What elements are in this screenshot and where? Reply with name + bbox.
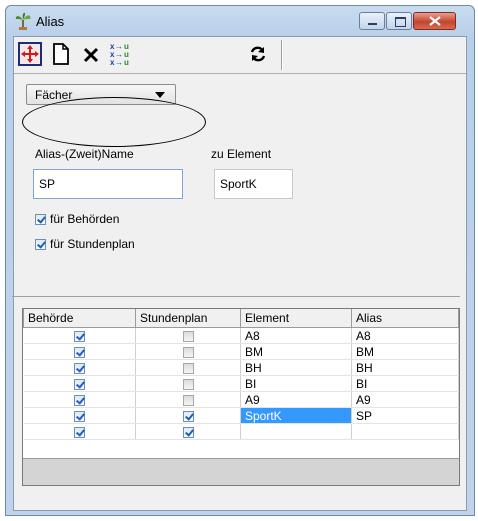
element-cell[interactable]: A8 xyxy=(240,327,352,344)
toolbar-separator xyxy=(281,40,283,70)
element-cell[interactable]: SportK xyxy=(240,407,352,424)
refresh-icon xyxy=(250,46,266,62)
checkbox-stundenplan-box[interactable] xyxy=(35,238,46,250)
stundenplan-cell xyxy=(135,391,241,408)
stundenplan-cell xyxy=(135,407,241,424)
stundenplan-cell xyxy=(135,375,241,392)
alias-table[interactable]: Behörde Stundenplan Element Alias A8 A8 BM… xyxy=(22,308,460,486)
table-row[interactable]: BI BI xyxy=(23,375,459,392)
stundenplan-checkbox[interactable] xyxy=(182,378,194,390)
move-button[interactable] xyxy=(17,41,43,67)
element-label: zu Element xyxy=(211,147,272,161)
delete-x-icon xyxy=(83,47,99,63)
behoerde-cell xyxy=(23,391,136,408)
behoerde-checkbox[interactable] xyxy=(73,362,85,374)
stundenplan-cell xyxy=(135,343,241,360)
svg-text:→: → xyxy=(115,58,123,67)
behoerde-cell xyxy=(23,375,136,392)
new-document-icon xyxy=(53,43,69,65)
alias-cell[interactable] xyxy=(351,423,459,440)
table-row[interactable] xyxy=(23,423,459,440)
move-arrows-icon xyxy=(18,42,42,66)
table-row[interactable]: SportK SP xyxy=(23,407,459,424)
stundenplan-checkbox[interactable] xyxy=(182,346,194,358)
behoerde-cell xyxy=(23,407,136,424)
alias-cell[interactable]: BH xyxy=(351,359,459,376)
window-title: Alias xyxy=(36,14,65,29)
alias-grid: Behörde Stundenplan Element Alias A8 A8 BM… xyxy=(23,309,459,440)
toolbar: x → u x → u x → u xyxy=(14,37,466,74)
element-cell[interactable]: BM xyxy=(240,343,352,360)
alias-cell[interactable]: BI xyxy=(351,375,459,392)
behoerde-cell xyxy=(23,327,136,344)
stundenplan-cell xyxy=(135,327,241,344)
alias-input[interactable] xyxy=(34,170,182,198)
table-empty-area xyxy=(23,458,459,485)
behoerde-cell xyxy=(23,359,136,376)
behoerde-checkbox[interactable] xyxy=(73,410,85,422)
table-row[interactable]: BM BM xyxy=(23,343,459,360)
assign-button[interactable]: x → u x → u x → u xyxy=(108,41,134,67)
plant-icon xyxy=(15,12,31,30)
element-cell[interactable]: BI xyxy=(240,375,352,392)
behoerde-cell xyxy=(23,423,136,440)
element-cell[interactable]: A9 xyxy=(240,391,352,408)
maximize-button[interactable] xyxy=(386,12,412,30)
stundenplan-checkbox[interactable] xyxy=(182,330,194,342)
table-row[interactable]: A8 A8 xyxy=(23,327,459,344)
table-row[interactable]: A9 A9 xyxy=(23,391,459,408)
checkbox-behoerden-label: für Behörden xyxy=(50,212,120,226)
behoerde-checkbox[interactable] xyxy=(73,346,85,358)
element-input[interactable] xyxy=(215,170,292,198)
panel-divider xyxy=(12,296,460,297)
stundenplan-cell xyxy=(135,423,241,440)
stundenplan-cell xyxy=(135,359,241,376)
behoerde-checkbox[interactable] xyxy=(73,378,85,390)
category-select[interactable]: Fächer xyxy=(26,84,176,105)
column-header-alias[interactable]: Alias xyxy=(351,309,459,328)
table-header: Behörde Stundenplan Element Alias xyxy=(23,309,459,328)
alias-label: Alias-(Zweit)Name xyxy=(35,147,134,161)
assign-xu-icon: x → u x → u x → u xyxy=(110,42,129,67)
stundenplan-checkbox[interactable] xyxy=(182,426,194,438)
table-row[interactable]: BH BH xyxy=(23,359,459,376)
alias-cell[interactable]: A8 xyxy=(351,327,459,344)
category-select-value: Fächer xyxy=(35,88,73,102)
behoerde-checkbox[interactable] xyxy=(73,394,85,406)
refresh-button[interactable] xyxy=(245,41,271,67)
checkbox-stundenplan[interactable]: für Stundenplan xyxy=(35,237,135,251)
close-icon xyxy=(429,16,441,26)
behoerde-checkbox[interactable] xyxy=(73,426,85,438)
maximize-icon xyxy=(395,17,406,27)
element-cell[interactable]: BH xyxy=(240,359,352,376)
alias-cell[interactable]: BM xyxy=(351,343,459,360)
checkbox-behoerden[interactable]: für Behörden xyxy=(35,212,119,226)
new-button[interactable] xyxy=(48,41,74,67)
behoerde-cell xyxy=(23,343,136,360)
element-field[interactable] xyxy=(214,169,293,199)
stundenplan-checkbox[interactable] xyxy=(182,410,194,422)
element-cell[interactable] xyxy=(240,423,352,440)
alias-cell[interactable]: SP xyxy=(351,407,459,424)
column-header-behoerde[interactable]: Behörde xyxy=(23,309,136,328)
column-header-stundenplan[interactable]: Stundenplan xyxy=(135,309,241,328)
checkbox-behoerden-box[interactable] xyxy=(35,213,46,225)
svg-text:u: u xyxy=(124,58,129,67)
alias-field[interactable] xyxy=(33,169,183,199)
stundenplan-checkbox[interactable] xyxy=(182,394,194,406)
minimize-button[interactable] xyxy=(359,12,385,30)
title-bar[interactable]: Alias xyxy=(6,6,474,36)
checkbox-stundenplan-label: für Stundenplan xyxy=(50,237,135,251)
delete-button[interactable] xyxy=(78,41,104,67)
behoerde-checkbox[interactable] xyxy=(73,330,85,342)
chevron-down-icon xyxy=(155,92,165,98)
alias-cell[interactable]: A9 xyxy=(351,391,459,408)
close-button[interactable] xyxy=(413,12,456,30)
minimize-icon xyxy=(368,23,377,25)
column-header-element[interactable]: Element xyxy=(240,309,352,328)
stundenplan-checkbox[interactable] xyxy=(182,362,194,374)
